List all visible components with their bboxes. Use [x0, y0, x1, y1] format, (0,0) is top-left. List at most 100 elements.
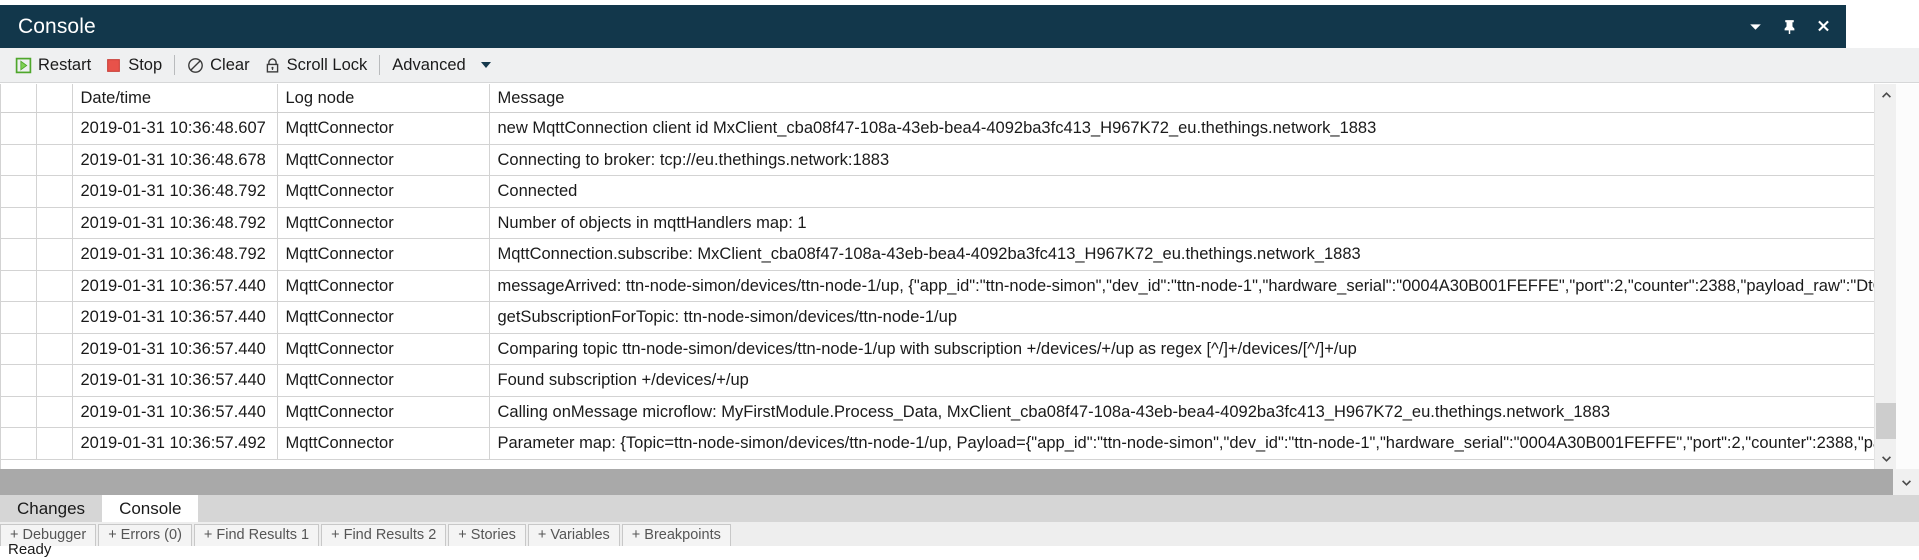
cell-message: Connecting to broker: tcp://eu.thethings…	[489, 144, 1874, 176]
cell-datetime: 2019-01-31 10:36:48.792	[72, 207, 278, 239]
pinned-tab-find-results-1[interactable]: + Find Results 1	[193, 523, 320, 546]
row-gutter-2[interactable]	[36, 396, 73, 428]
scroll-lock-label: Scroll Lock	[286, 55, 368, 74]
row-gutter-2[interactable]	[36, 333, 73, 365]
row-gutter-1[interactable]	[0, 144, 37, 176]
row-gutter-1[interactable]	[0, 427, 37, 460]
cell-lognode: MqttConnector	[277, 144, 490, 176]
row-gutter-1[interactable]	[0, 333, 37, 365]
table-row[interactable]: 2019-01-31 10:36:57.440 MqttConnector Call…	[0, 396, 1874, 428]
row-gutter-1[interactable]	[0, 301, 37, 334]
cell-message: MqttConnection.subscribe: MxClient_cba08…	[489, 238, 1874, 271]
row-gutter-1[interactable]	[0, 112, 37, 145]
scroll-down-icon[interactable]	[1875, 447, 1897, 469]
table-row[interactable]: 2019-01-31 10:36:48.792 MqttConnector Conn…	[0, 175, 1874, 208]
cell-lognode: MqttConnector	[277, 427, 490, 460]
clear-icon	[187, 57, 204, 74]
table-row[interactable]: 2019-01-31 10:36:57.440 MqttConnector Comp…	[0, 333, 1874, 365]
table-row[interactable]: 2019-01-31 10:36:57.440 MqttConnector getS…	[0, 301, 1874, 334]
table-row[interactable]: 2019-01-31 10:36:48.607 MqttConnector new …	[0, 112, 1874, 145]
pinned-tabstrip: + Debugger + Errors (0) + Find Results 1 + …	[0, 522, 1919, 546]
cell-message: Parameter map: {Topic=ttn-node-simon/dev…	[489, 427, 1874, 460]
row-gutter-2[interactable]	[36, 238, 73, 271]
cell-lognode: MqttConnector	[277, 333, 490, 365]
scroll-down-icon-secondary[interactable]	[1893, 469, 1919, 495]
page-title: Console	[18, 14, 96, 38]
horizontal-scrollbar[interactable]	[0, 469, 1919, 495]
cell-lognode: MqttConnector	[277, 364, 490, 397]
header-row: Date/time Log node Message	[0, 84, 1874, 113]
vertical-scrollbar-thumb[interactable]	[1876, 403, 1896, 439]
cell-datetime: 2019-01-31 10:36:48.792	[72, 175, 278, 208]
cell-message: messageArrived: ttn-node-simon/devices/t…	[489, 270, 1874, 302]
table-row[interactable]: 2019-01-31 10:36:57.492 MqttConnector Para…	[0, 427, 1874, 460]
table-row[interactable]: 2019-01-31 10:36:48.792 MqttConnector Mqtt…	[0, 238, 1874, 271]
row-gutter-2[interactable]	[36, 175, 73, 208]
table-row[interactable]: 2019-01-31 10:36:57.440 MqttConnector mess…	[0, 270, 1874, 302]
toolbar-divider-1	[174, 55, 176, 75]
pin-icon[interactable]	[1780, 18, 1798, 36]
row-gutter-2[interactable]	[36, 364, 73, 397]
cell-message: Number of objects in mqttHandlers map: 1	[489, 207, 1874, 239]
row-gutter-1[interactable]	[0, 207, 37, 239]
pinned-tab-breakpoints[interactable]: + Breakpoints	[621, 523, 731, 546]
row-gutter-1[interactable]	[0, 396, 37, 428]
header-col-blank-1[interactable]	[0, 84, 37, 113]
stop-icon	[105, 57, 122, 74]
vertical-scrollbar[interactable]	[1874, 84, 1896, 469]
row-gutter-1[interactable]	[0, 175, 37, 208]
cell-datetime: 2019-01-31 10:36:48.678	[72, 144, 278, 176]
header-col-message[interactable]: Message	[489, 84, 1874, 113]
advanced-label: Advanced	[392, 55, 466, 74]
cell-datetime: 2019-01-31 10:36:57.492	[72, 427, 278, 460]
close-icon[interactable]	[1814, 18, 1832, 36]
cell-lognode: MqttConnector	[277, 396, 490, 428]
row-gutter-2[interactable]	[36, 270, 73, 302]
row-gutter-2[interactable]	[36, 144, 73, 176]
advanced-dropdown[interactable]: Advanced	[385, 52, 497, 79]
console-toolbar: Restart Stop Clear Scroll Lock Advanced	[0, 48, 1919, 83]
pinned-tab-find-results-2[interactable]: + Find Results 2	[321, 523, 447, 546]
tab-changes[interactable]: Changes	[0, 495, 103, 522]
cell-datetime: 2019-01-31 10:36:57.440	[72, 364, 278, 397]
scroll-lock-button[interactable]: Scroll Lock	[257, 52, 375, 79]
row-gutter-2[interactable]	[36, 207, 73, 239]
cell-message: Comparing topic ttn-node-simon/devices/t…	[489, 333, 1874, 365]
cell-datetime: 2019-01-31 10:36:57.440	[72, 396, 278, 428]
scroll-up-icon[interactable]	[1875, 84, 1897, 106]
pinned-tab-stories[interactable]: + Stories	[448, 523, 526, 546]
status-text: Ready	[8, 541, 52, 558]
stop-label: Stop	[128, 55, 163, 74]
row-gutter-1[interactable]	[0, 364, 37, 397]
table-row[interactable]: 2019-01-31 10:36:57.440 MqttConnector Foun…	[0, 364, 1874, 397]
scrollbar-gutter	[1896, 84, 1919, 469]
header-col-lognode[interactable]: Log node	[277, 84, 490, 113]
log-table-header: Date/time Log node Message	[0, 84, 1874, 113]
cell-datetime: 2019-01-31 10:36:57.440	[72, 270, 278, 302]
pinned-tab-errors-0[interactable]: + Errors (0)	[98, 523, 192, 546]
table-row[interactable]: 2019-01-31 10:36:48.792 MqttConnector Numb…	[0, 207, 1874, 239]
table-row[interactable]: 2019-01-31 10:36:48.678 MqttConnector Conn…	[0, 144, 1874, 176]
cell-message: getSubscriptionForTopic: ttn-node-simon/…	[489, 301, 1874, 334]
header-col-blank-2[interactable]	[36, 84, 73, 113]
pinned-tab-variables[interactable]: + Variables	[527, 523, 620, 546]
header-col-datetime[interactable]: Date/time	[72, 84, 278, 113]
tab-console[interactable]: Console	[102, 495, 199, 522]
row-gutter-2[interactable]	[36, 427, 73, 460]
row-gutter-1[interactable]	[0, 238, 37, 271]
panel-tabstrip: Changes Console	[0, 495, 1919, 522]
log-grid-viewport[interactable]: Date/time Log node Message 2019-01-31 10…	[0, 84, 1874, 469]
row-gutter-2[interactable]	[36, 112, 73, 145]
horizontal-scrollbar-thumb[interactable]	[0, 469, 1893, 495]
row-gutter-2[interactable]	[36, 301, 73, 334]
cell-datetime: 2019-01-31 10:36:48.792	[72, 238, 278, 271]
cell-lognode: MqttConnector	[277, 238, 490, 271]
restart-button[interactable]: Restart	[8, 52, 98, 79]
cell-message: Connected	[489, 175, 1874, 208]
clear-button[interactable]: Clear	[180, 52, 256, 79]
cell-lognode: MqttConnector	[277, 175, 490, 208]
cell-message: Found subscription +/devices/+/up	[489, 364, 1874, 397]
chevron-down-icon[interactable]	[1746, 18, 1764, 36]
row-gutter-1[interactable]	[0, 270, 37, 302]
stop-button[interactable]: Stop	[98, 52, 169, 79]
